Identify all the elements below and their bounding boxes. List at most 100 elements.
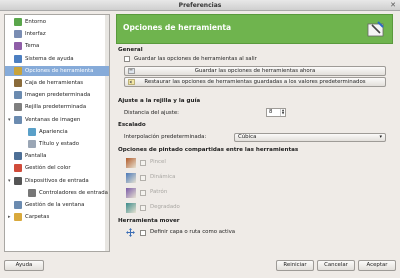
save-on-exit-checkbox[interactable] xyxy=(124,56,130,62)
sidebar-item[interactable]: ▾ Dispositivos de entrada xyxy=(5,176,109,186)
sidebar-item[interactable]: Gestión de la ventana xyxy=(5,200,109,210)
folders-icon xyxy=(14,213,22,222)
cancel-label: Cancelar xyxy=(324,262,348,268)
sidebar-item-label: Interfaz xyxy=(25,31,46,38)
paint-option-label: Degradado xyxy=(150,204,180,210)
paint-option-row[interactable]: Degradado xyxy=(126,202,326,215)
move-tool-heading: Herramienta mover xyxy=(118,218,180,224)
interpolation-label: Interpolación predeterminada: xyxy=(124,134,207,140)
sidebar-item[interactable]: Controladores de entrada xyxy=(5,188,109,198)
sidebar-item[interactable]: Apariencia xyxy=(5,127,109,137)
sidebar-item-label: Título y estado xyxy=(39,141,79,147)
default-image-icon xyxy=(14,91,22,100)
reset-button[interactable]: Reiniciar xyxy=(276,260,314,271)
interpolation-value: Cúbica xyxy=(238,134,257,140)
restore-defaults-button[interactable]: Restaurar las opciones de herramientas g… xyxy=(124,77,386,87)
environment-icon xyxy=(14,18,22,26)
paint-option-checkbox[interactable] xyxy=(140,160,146,166)
move-tool-icon xyxy=(126,228,135,237)
window-management-icon xyxy=(14,201,22,209)
sidebar-item-label: Dispositivos de entrada xyxy=(25,177,89,184)
snap-distance-spinner[interactable]: 8 ▲ ▼ xyxy=(266,108,286,117)
snap-distance-label: Distancia del ajuste: xyxy=(124,110,179,116)
paint-options-heading: Opciones de pintado compartidas entre la… xyxy=(118,147,299,153)
appearance-icon xyxy=(28,127,36,136)
sidebar-item-label: Caja de herramientas xyxy=(25,80,84,86)
tool-options-icon xyxy=(14,66,22,75)
scaling-heading: Escalado xyxy=(118,122,146,128)
input-devices-icon xyxy=(14,176,22,185)
sidebar-item[interactable]: Tema xyxy=(5,41,109,51)
paint-option-row[interactable]: Patrón xyxy=(126,187,326,200)
reset-label: Reiniciar xyxy=(283,262,307,268)
sidebar-item[interactable]: Sistema de ayuda xyxy=(5,54,109,64)
general-heading: General xyxy=(118,47,143,53)
sidebar-item-label: Rejilla predeterminada xyxy=(25,104,87,111)
paint-option-row[interactable]: Pincel xyxy=(126,157,326,170)
paint-option-label: Pincel xyxy=(150,159,166,165)
accept-button[interactable]: Aceptar xyxy=(358,260,396,271)
sidebar-item-label: Ventanas de imagen xyxy=(25,116,81,123)
title-bar: Preferencias ✕ xyxy=(0,0,400,11)
sidebar-item[interactable]: ▾ Ventanas de imagen xyxy=(5,115,109,125)
sidebar-item-label: Apariencia xyxy=(39,128,68,135)
input-controllers-icon xyxy=(28,188,36,197)
accept-label: Aceptar xyxy=(366,262,388,268)
help-icon xyxy=(14,54,22,63)
page-title: Opciones de herramienta xyxy=(123,23,232,32)
interpolation-combo[interactable]: Cúbica ▾ xyxy=(234,133,386,142)
expander-icon[interactable]: ▾ xyxy=(8,115,11,125)
sidebar-item[interactable]: Imagen predeterminada xyxy=(5,90,109,100)
preferences-window: Preferencias ✕ Entorno Interfaz Tema Sistem… xyxy=(0,0,400,278)
snap-distance-value: 8 xyxy=(269,109,273,115)
grid-snap-heading: Ajuste a la rejilla y la guía xyxy=(118,98,201,104)
sidebar-item-label: Pantalla xyxy=(25,153,47,160)
dynamics-icon xyxy=(126,173,136,183)
grid-icon xyxy=(14,103,22,112)
paint-option-checkbox[interactable] xyxy=(140,175,146,181)
close-icon[interactable]: ✕ xyxy=(390,0,396,11)
sidebar-item-label: Tema xyxy=(25,43,40,50)
spinner-arrows-icon[interactable]: ▲ ▼ xyxy=(280,109,285,116)
save-icon xyxy=(128,68,135,74)
restore-defaults-label: Restaurar las opciones de herramientas g… xyxy=(144,79,366,85)
expander-icon[interactable]: ▸ xyxy=(8,212,11,222)
paint-option-row[interactable]: Dinámica xyxy=(126,172,326,185)
sidebar-item-label: Carpetas xyxy=(25,214,50,221)
sidebar-item[interactable]: ▸ Carpetas xyxy=(5,212,109,222)
sidebar-item[interactable]: Entorno xyxy=(5,17,109,27)
sidebar-item[interactable]: Título y estado xyxy=(5,139,109,149)
sidebar-item-label: Opciones de herramienta xyxy=(25,67,94,74)
tool-options-panel: Opciones de herramienta General Guardar … xyxy=(116,14,396,254)
interface-icon xyxy=(14,30,22,39)
sidebar-tree: Entorno Interfaz Tema Sistema de ayuda Opcio… xyxy=(4,14,110,252)
sidebar-item[interactable]: Gestión del color xyxy=(5,163,109,173)
help-button[interactable]: Ayuda xyxy=(4,260,44,271)
save-now-button[interactable]: Guardar las opciones de herramientas aho… xyxy=(124,66,386,76)
cancel-button[interactable]: Cancelar xyxy=(317,260,355,271)
title-status-icon xyxy=(28,140,36,148)
sidebar-item[interactable]: Pantalla xyxy=(5,151,109,161)
sidebar-item-label: Gestión del color xyxy=(25,165,71,172)
paintbrush-icon xyxy=(126,158,136,168)
sidebar-item-label: Controladores de entrada xyxy=(39,189,108,196)
sidebar-item[interactable]: Caja de herramientas xyxy=(5,78,109,88)
image-windows-icon xyxy=(14,115,22,124)
page-banner: Opciones de herramienta xyxy=(116,14,393,44)
pattern-icon xyxy=(126,188,136,198)
window-title: Preferencias xyxy=(178,2,222,9)
sidebar-item-label: Sistema de ayuda xyxy=(25,55,74,62)
active-layer-checkbox[interactable] xyxy=(140,230,146,236)
sidebar-item-label: Imagen predeterminada xyxy=(25,92,91,99)
paint-option-checkbox[interactable] xyxy=(140,205,146,211)
active-layer-label: Definir capa o ruta como activa xyxy=(150,229,236,235)
sidebar-item[interactable]: Rejilla predeterminada xyxy=(5,102,109,112)
expander-icon[interactable]: ▾ xyxy=(8,176,11,186)
tool-options-icon xyxy=(367,21,384,37)
restore-icon xyxy=(128,79,135,85)
sidebar-item[interactable]: Interfaz xyxy=(5,29,109,39)
paint-option-checkbox[interactable] xyxy=(140,190,146,196)
sidebar-item-label: Gestión de la ventana xyxy=(25,202,85,208)
sidebar-item-label: Entorno xyxy=(25,19,47,25)
sidebar-item[interactable]: Opciones de herramienta xyxy=(5,65,109,76)
